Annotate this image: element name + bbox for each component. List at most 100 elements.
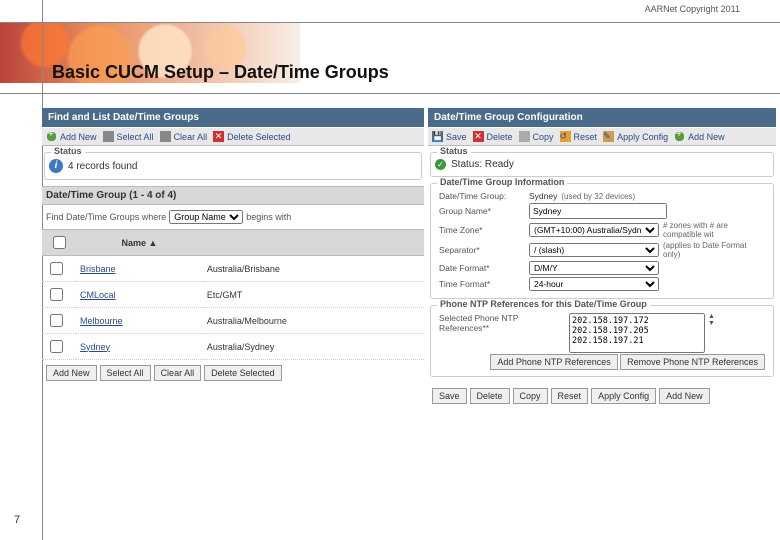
- status-group-r: Status ✓Status: Ready: [430, 152, 774, 177]
- status-legend: Status: [51, 146, 85, 156]
- row-tz: Etc/GMT: [203, 282, 424, 308]
- delete-selected-button[interactable]: ✕Delete Selected: [213, 131, 291, 142]
- plus-icon: [674, 131, 685, 142]
- save-icon: 💾: [432, 131, 443, 142]
- check-all[interactable]: [53, 236, 66, 249]
- title-rule: [0, 93, 780, 94]
- left-header: Find and List Date/Time Groups: [42, 108, 424, 127]
- row-name[interactable]: Sydney: [76, 334, 203, 360]
- reset-button-2[interactable]: Reset: [551, 388, 589, 404]
- select-all-icon: [103, 131, 114, 142]
- add-new-button-r[interactable]: Add New: [674, 131, 725, 142]
- up-arrow-icon[interactable]: ▲: [708, 313, 715, 320]
- left-toolbar: Add New Select All Clear All ✕Delete Sel…: [42, 127, 424, 146]
- right-header: Date/Time Group Configuration: [428, 108, 776, 127]
- row-tz: Australia/Brisbane: [203, 256, 424, 282]
- filter-pre: Find Date/Time Groups where: [46, 212, 166, 222]
- select-all-button[interactable]: Select All: [103, 131, 154, 142]
- add-new-button[interactable]: Add New: [46, 131, 97, 142]
- dtg-label: Date/Time Group:: [439, 191, 529, 201]
- separator-select[interactable]: / (slash): [529, 243, 659, 257]
- save-button-2[interactable]: Save: [432, 388, 467, 404]
- row-check[interactable]: [50, 262, 63, 275]
- table-row: CMLocalEtc/GMT: [42, 282, 424, 308]
- ntp-legend: Phone NTP References for this Date/Time …: [437, 299, 650, 309]
- filter-op: begins with: [246, 212, 291, 222]
- timeformat-select[interactable]: 24-hour: [529, 277, 659, 291]
- clear-all-icon: [160, 131, 171, 142]
- info-group: Date/Time Group Information Date/Time Gr…: [430, 183, 774, 299]
- delete-button[interactable]: ✕Delete: [473, 131, 513, 142]
- status-text-r: Status: Ready: [451, 159, 514, 170]
- copyright: AARNet Copyright 2011: [645, 4, 740, 14]
- left-panel: Find and List Date/Time Groups Add New S…: [42, 108, 424, 409]
- right-panel: Date/Time Group Configuration 💾Save ✕Del…: [428, 108, 776, 409]
- clear-all-button-2[interactable]: Clear All: [154, 365, 202, 381]
- row-name[interactable]: CMLocal: [76, 282, 203, 308]
- info-icon: i: [49, 159, 63, 173]
- separator-label: Separator*: [439, 245, 529, 255]
- row-check[interactable]: [50, 288, 63, 301]
- delete-selected-button-2[interactable]: Delete Selected: [204, 365, 282, 381]
- ntp-group: Phone NTP References for this Date/Time …: [430, 305, 774, 377]
- table-row: SydneyAustralia/Sydney: [42, 334, 424, 360]
- status-legend-r: Status: [437, 146, 471, 156]
- timezone-label: Time Zone*: [439, 225, 529, 235]
- add-new-button-2[interactable]: Add New: [46, 365, 97, 381]
- filter-row: Find Date/Time Groups where Group Name b…: [42, 205, 424, 229]
- ntp-label: Selected Phone NTP References**: [439, 313, 569, 333]
- apply-button-2[interactable]: Apply Config: [591, 388, 656, 404]
- row-check[interactable]: [50, 340, 63, 353]
- page-number: 7: [14, 514, 20, 526]
- bottom-buttons: Add New Select All Clear All Delete Sele…: [42, 360, 424, 386]
- select-all-button-2[interactable]: Select All: [100, 365, 151, 381]
- plus-icon: [46, 131, 57, 142]
- copy-icon: [519, 131, 530, 142]
- bottom-buttons-r: Save Delete Copy Reset Apply Config Add …: [428, 383, 776, 409]
- slide-title: Basic CUCM Setup – Date/Time Groups: [52, 62, 389, 83]
- save-button[interactable]: 💾Save: [432, 131, 467, 142]
- delete-icon: ✕: [473, 131, 484, 142]
- info-legend: Date/Time Group Information: [437, 177, 567, 187]
- col-name[interactable]: Name ▲: [76, 230, 203, 256]
- table-row: MelbourneAustralia/Melbourne: [42, 308, 424, 334]
- apply-icon: ✎: [603, 131, 614, 142]
- row-check[interactable]: [50, 314, 63, 327]
- separator-hint: (applies to Date Format only): [663, 241, 765, 259]
- row-name[interactable]: Melbourne: [76, 308, 203, 334]
- row-tz: Australia/Sydney: [203, 334, 424, 360]
- reorder-arrows[interactable]: ▲▼: [708, 313, 715, 327]
- list-subheader: Date/Time Group (1 - 4 of 4): [42, 186, 424, 205]
- clear-all-button[interactable]: Clear All: [160, 131, 208, 142]
- ntp-list[interactable]: 202.158.197.172 202.158.197.205 202.158.…: [569, 313, 705, 353]
- groupname-input[interactable]: [529, 203, 667, 219]
- delete-button-2[interactable]: Delete: [470, 388, 510, 404]
- row-tz: Australia/Melbourne: [203, 308, 424, 334]
- add-ntp-button[interactable]: Add Phone NTP References: [490, 354, 617, 370]
- right-toolbar: 💾Save ✕Delete Copy ↺Reset ✎Apply Config …: [428, 127, 776, 146]
- apply-config-button[interactable]: ✎Apply Config: [603, 131, 668, 142]
- reset-button[interactable]: ↺Reset: [560, 131, 598, 142]
- delete-icon: ✕: [213, 131, 224, 142]
- add-button-2[interactable]: Add New: [659, 388, 710, 404]
- ready-icon: ✓: [435, 159, 446, 170]
- status-text: 4 records found: [68, 161, 138, 172]
- filter-field-select[interactable]: Group Name: [169, 210, 243, 224]
- timeformat-label: Time Format*: [439, 279, 529, 289]
- down-arrow-icon[interactable]: ▼: [708, 320, 715, 327]
- row-name[interactable]: Brisbane: [76, 256, 203, 282]
- col-check: [42, 230, 76, 256]
- reset-icon: ↺: [560, 131, 571, 142]
- groups-table: Name ▲ BrisbaneAustralia/Brisbane CMLoca…: [42, 229, 424, 360]
- remove-ntp-button[interactable]: Remove Phone NTP References: [620, 354, 765, 370]
- status-group: Status i4 records found: [44, 152, 422, 180]
- dtg-hint: (used by 32 devices): [561, 192, 635, 201]
- timezone-select[interactable]: (GMT+10:00) Australia/Sydney#: [529, 223, 659, 237]
- groupname-label: Group Name*: [439, 206, 529, 216]
- dateformat-select[interactable]: D/M/Y: [529, 261, 659, 275]
- copy-button[interactable]: Copy: [519, 131, 554, 142]
- dateformat-label: Date Format*: [439, 263, 529, 273]
- copy-button-2[interactable]: Copy: [513, 388, 548, 404]
- dtg-value: Sydney: [529, 191, 557, 201]
- table-row: BrisbaneAustralia/Brisbane: [42, 256, 424, 282]
